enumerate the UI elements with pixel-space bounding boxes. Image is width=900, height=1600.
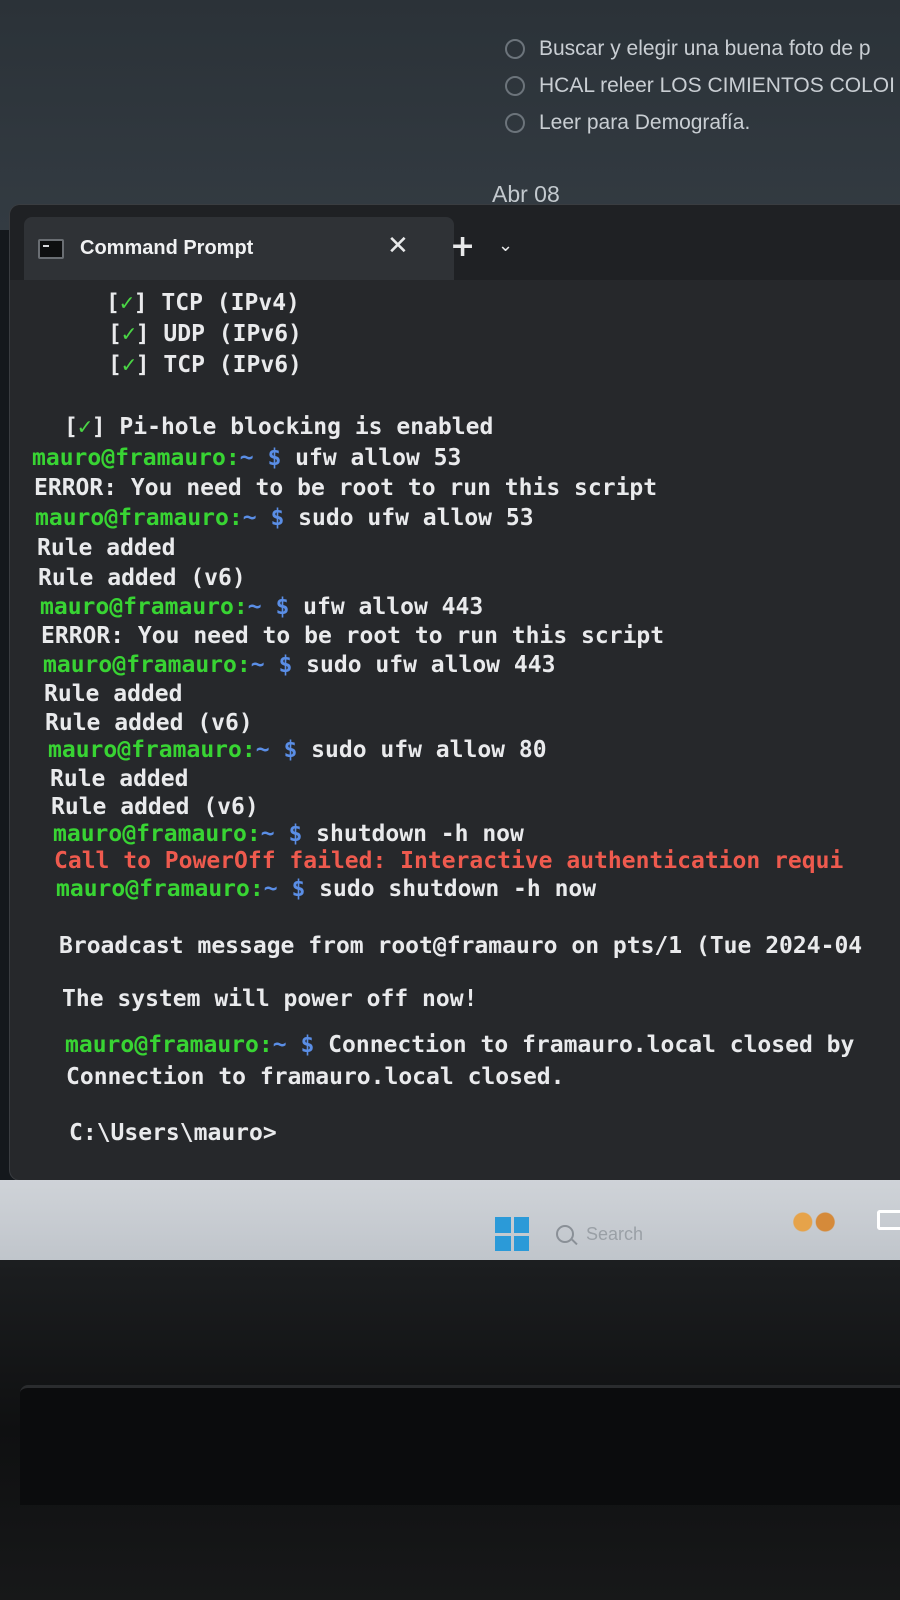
- search-placeholder: Search: [586, 1223, 644, 1244]
- date-heading: Abr 08: [492, 181, 560, 207]
- command-text: ufw allow 53: [295, 445, 462, 471]
- console-line: The system will power off now!: [62, 986, 478, 1012]
- console-line: [✓] TCP (IPv4): [106, 290, 300, 316]
- error-line: Call to PowerOff failed: Interactive aut…: [54, 848, 844, 874]
- taskbar-search[interactable]: Search: [556, 1214, 756, 1254]
- todo-item[interactable]: HCAL releer LOS CIMIENTOS COLOI: [505, 67, 900, 104]
- app-icon[interactable]: [877, 1210, 900, 1230]
- prompt-line: mauro@framauro:~ $ ufw allow 443: [40, 594, 484, 620]
- console-line: Rule added (v6): [45, 710, 253, 736]
- todo-item[interactable]: Leer para Demografía.: [505, 104, 900, 141]
- todo-checkbox-icon[interactable]: [505, 38, 525, 59]
- command-text: Connection to framauro.local closed by: [328, 1032, 855, 1058]
- todo-checkbox-icon[interactable]: [505, 112, 525, 133]
- title-bar[interactable]: Command Prompt ✕ + ⌄: [10, 205, 900, 280]
- tab-title: Command Prompt: [80, 237, 254, 259]
- console-line: Broadcast message from root@framauro on …: [59, 933, 863, 959]
- prompt-line: mauro@framauro:~ $ Connection to framaur…: [65, 1032, 855, 1058]
- command-text: sudo shutdown -h now: [319, 876, 597, 902]
- console-line: Rule added (v6): [38, 565, 246, 591]
- todo-item-label: Leer para Demografía.: [539, 110, 751, 134]
- console-line: [✓] TCP (IPv6): [108, 352, 302, 378]
- console-line: ERROR: You need to be root to run this s…: [41, 623, 665, 649]
- console-line: Connection to framauro.local closed.: [66, 1064, 565, 1090]
- console-line: [✓] UDP (IPv6): [108, 321, 302, 347]
- chevron-down-icon[interactable]: ⌄: [498, 235, 513, 256]
- weather-widget-icon[interactable]: [786, 1208, 842, 1236]
- command-text: sudo ufw allow 80: [311, 737, 547, 763]
- prompt-line: mauro@framauro:~ $ shutdown -h now: [53, 821, 524, 847]
- todo-checkbox-icon[interactable]: [505, 75, 525, 96]
- prompt-line: mauro@framauro:~ $ sudo shutdown -h now: [56, 876, 597, 902]
- plus-icon[interactable]: +: [450, 229, 475, 264]
- tab-command-prompt[interactable]: Command Prompt ✕: [24, 217, 454, 280]
- todo-item[interactable]: Buscar y elegir una buena foto de p: [505, 30, 900, 67]
- prompt-line: mauro@framauro:~ $ sudo ufw allow 80: [48, 737, 547, 763]
- todo-list: Buscar y elegir una buena foto de p HCAL…: [505, 30, 900, 141]
- console-output[interactable]: [✓] TCP (IPv4) [✓] UDP (IPv6) [✓] TCP (I…: [10, 280, 900, 1180]
- terminal-icon: [38, 238, 64, 259]
- console-line: Rule added: [37, 535, 176, 561]
- prompt-line: mauro@framauro:~ $ ufw allow 53: [32, 445, 462, 471]
- command-text: ufw allow 443: [303, 594, 484, 620]
- search-icon: [556, 1225, 574, 1243]
- todo-item-label: HCAL releer LOS CIMIENTOS COLOI: [539, 73, 895, 97]
- console-line: Rule added: [44, 681, 183, 707]
- console-line: ERROR: You need to be root to run this s…: [34, 475, 658, 501]
- laptop-hinge: [20, 1385, 900, 1505]
- command-text: shutdown -h now: [316, 821, 524, 847]
- prompt-line: mauro@framauro:~ $ sudo ufw allow 53: [35, 505, 534, 531]
- windows-prompt[interactable]: C:\Users\mauro>: [69, 1118, 277, 1148]
- command-text: sudo ufw allow 53: [298, 505, 534, 531]
- windows-logo-icon[interactable]: [495, 1217, 529, 1251]
- console-line: [✓] Pi-hole blocking is enabled: [64, 414, 494, 440]
- console-line: Rule added: [50, 766, 189, 792]
- console-line: Rule added (v6): [51, 794, 259, 820]
- prompt-line: mauro@framauro:~ $ sudo ufw allow 443: [43, 652, 556, 678]
- taskbar: [0, 1180, 900, 1260]
- close-icon[interactable]: ✕: [387, 231, 409, 261]
- todo-item-label: Buscar y elegir una buena foto de p: [539, 36, 871, 60]
- todo-app-background: Buscar y elegir una buena foto de p HCAL…: [0, 0, 900, 230]
- terminal-window[interactable]: Command Prompt ✕ + ⌄ [✓] TCP (IPv4) [✓] …: [10, 205, 900, 1180]
- command-text: sudo ufw allow 443: [306, 652, 556, 678]
